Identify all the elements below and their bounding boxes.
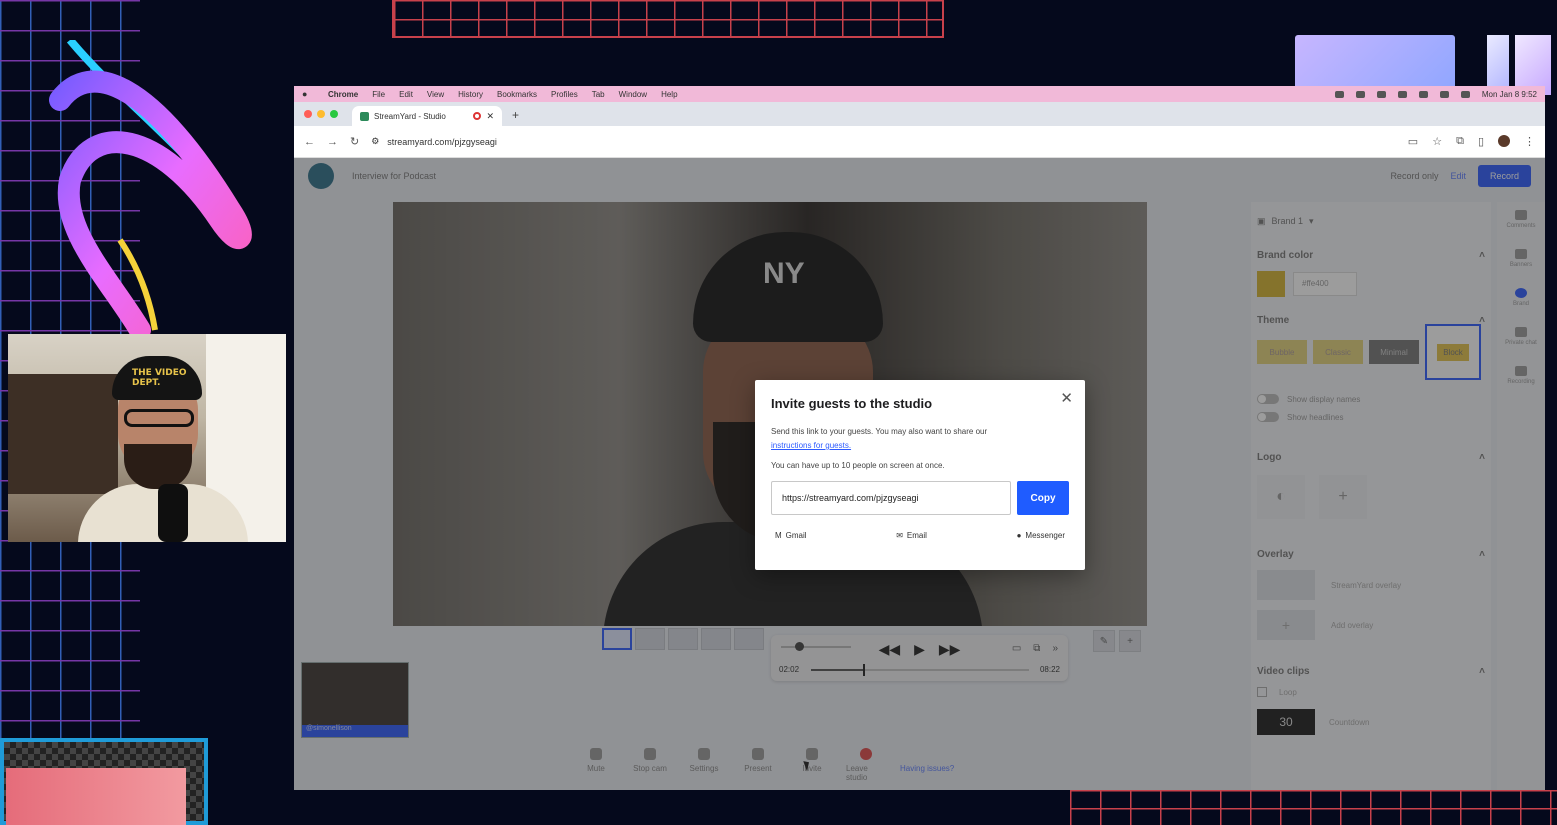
guest-limit-note: You can have up to 10 people on screen a… [771, 461, 945, 470]
background-checker-panel [0, 738, 208, 825]
invite-guests-modal: Invite guests to the studio ✕ Send this … [755, 380, 1085, 570]
cast-icon[interactable]: ▭ [1408, 135, 1418, 148]
share-options: M Gmail ✉ Email ● Messenger [771, 531, 1069, 540]
apple-icon[interactable]: ● [302, 89, 312, 99]
more-menu-icon[interactable]: ⋮ [1524, 135, 1535, 148]
menu-bookmarks[interactable]: Bookmarks [497, 90, 537, 99]
profile-avatar[interactable] [1498, 135, 1510, 147]
search-icon[interactable] [1460, 90, 1470, 98]
status-icon[interactable] [1376, 90, 1386, 98]
tab-title: StreamYard - Studio [374, 111, 446, 121]
forward-icon[interactable]: → [327, 136, 338, 148]
status-icon[interactable] [1334, 90, 1344, 98]
gmail-icon: M [775, 531, 782, 540]
menu-tab[interactable]: Tab [592, 90, 605, 99]
email-icon: ✉ [896, 531, 903, 540]
new-tab-icon[interactable]: + [512, 108, 519, 122]
status-icon[interactable] [1397, 90, 1407, 98]
close-window-icon[interactable] [304, 110, 312, 118]
copy-button[interactable]: Copy [1017, 481, 1069, 515]
background-ribbon [49, 40, 252, 340]
browser-tab[interactable]: StreamYard - Studio ✕ [352, 106, 502, 126]
background-grid-bottom [1070, 790, 1557, 825]
menubar-status-icons: Mon Jan 8 9:52 [1334, 90, 1537, 99]
status-icon[interactable] [1355, 90, 1365, 98]
modal-description: Send this link to your guests. You may a… [771, 425, 1069, 453]
menu-file[interactable]: File [372, 90, 385, 99]
email-label: Email [906, 531, 927, 540]
gmail-label: Gmail [785, 531, 807, 540]
screen-recording: ● Chrome File Edit View History Bookmark… [294, 86, 1545, 790]
menu-edit[interactable]: Edit [399, 90, 413, 99]
battery-icon[interactable] [1418, 90, 1428, 98]
browser-actions: ▭ ☆ ⧉ ▯ ⋮ [1408, 135, 1535, 148]
menu-profiles[interactable]: Profiles [551, 90, 578, 99]
address-bar[interactable]: ⚙ streamyard.com/pjzgyseagi [371, 136, 497, 147]
browser-toolbar: ← → ↻ ⚙ streamyard.com/pjzgyseagi ▭ ☆ ⧉ … [294, 126, 1545, 158]
reload-icon[interactable]: ↻ [350, 135, 359, 148]
site-settings-icon[interactable]: ⚙ [371, 136, 379, 147]
background-grid-top [392, 0, 944, 38]
share-messenger-button[interactable]: ● Messenger [1017, 531, 1065, 540]
menu-window[interactable]: Window [619, 90, 647, 99]
address-url: streamyard.com/pjzgyseagi [387, 136, 497, 147]
back-icon[interactable]: ← [304, 136, 315, 148]
streamyard-favicon-icon [360, 111, 369, 121]
close-tab-icon[interactable]: ✕ [486, 111, 494, 122]
modal-description-text: Send this link to your guests. You may a… [771, 427, 988, 436]
invite-link-input[interactable] [771, 481, 1011, 515]
recording-indicator-icon [473, 112, 482, 120]
share-email-button[interactable]: ✉ Email [896, 531, 927, 540]
browser-tabstrip: StreamYard - Studio ✕ + [294, 102, 1545, 126]
microphone [158, 484, 188, 542]
side-panel-icon[interactable]: ▯ [1478, 135, 1484, 148]
menu-view[interactable]: View [427, 90, 444, 99]
share-gmail-button[interactable]: M Gmail [775, 531, 807, 540]
window-controls [304, 110, 338, 118]
menu-history[interactable]: History [458, 90, 483, 99]
instructions-link[interactable]: instructions for guests. [771, 441, 851, 450]
macos-menubar: ● Chrome File Edit View History Bookmark… [294, 86, 1545, 102]
extensions-icon[interactable]: ⧉ [1456, 135, 1464, 148]
minimize-window-icon[interactable] [317, 110, 325, 118]
messenger-icon: ● [1016, 531, 1022, 540]
bookmark-star-icon[interactable]: ☆ [1432, 135, 1442, 148]
wifi-icon[interactable] [1439, 90, 1449, 98]
messenger-label: Messenger [1025, 531, 1065, 540]
menu-app-name[interactable]: Chrome [328, 90, 358, 99]
close-icon[interactable]: ✕ [1060, 389, 1073, 407]
menubar-clock[interactable]: Mon Jan 8 9:52 [1482, 90, 1537, 99]
menu-help[interactable]: Help [661, 90, 677, 99]
presenter-webcam: THE VIDEO DEPT. [8, 334, 286, 542]
maximize-window-icon[interactable] [330, 110, 338, 118]
modal-title: Invite guests to the studio [771, 396, 933, 411]
cap-logo-text: THE VIDEO DEPT. [132, 368, 187, 388]
